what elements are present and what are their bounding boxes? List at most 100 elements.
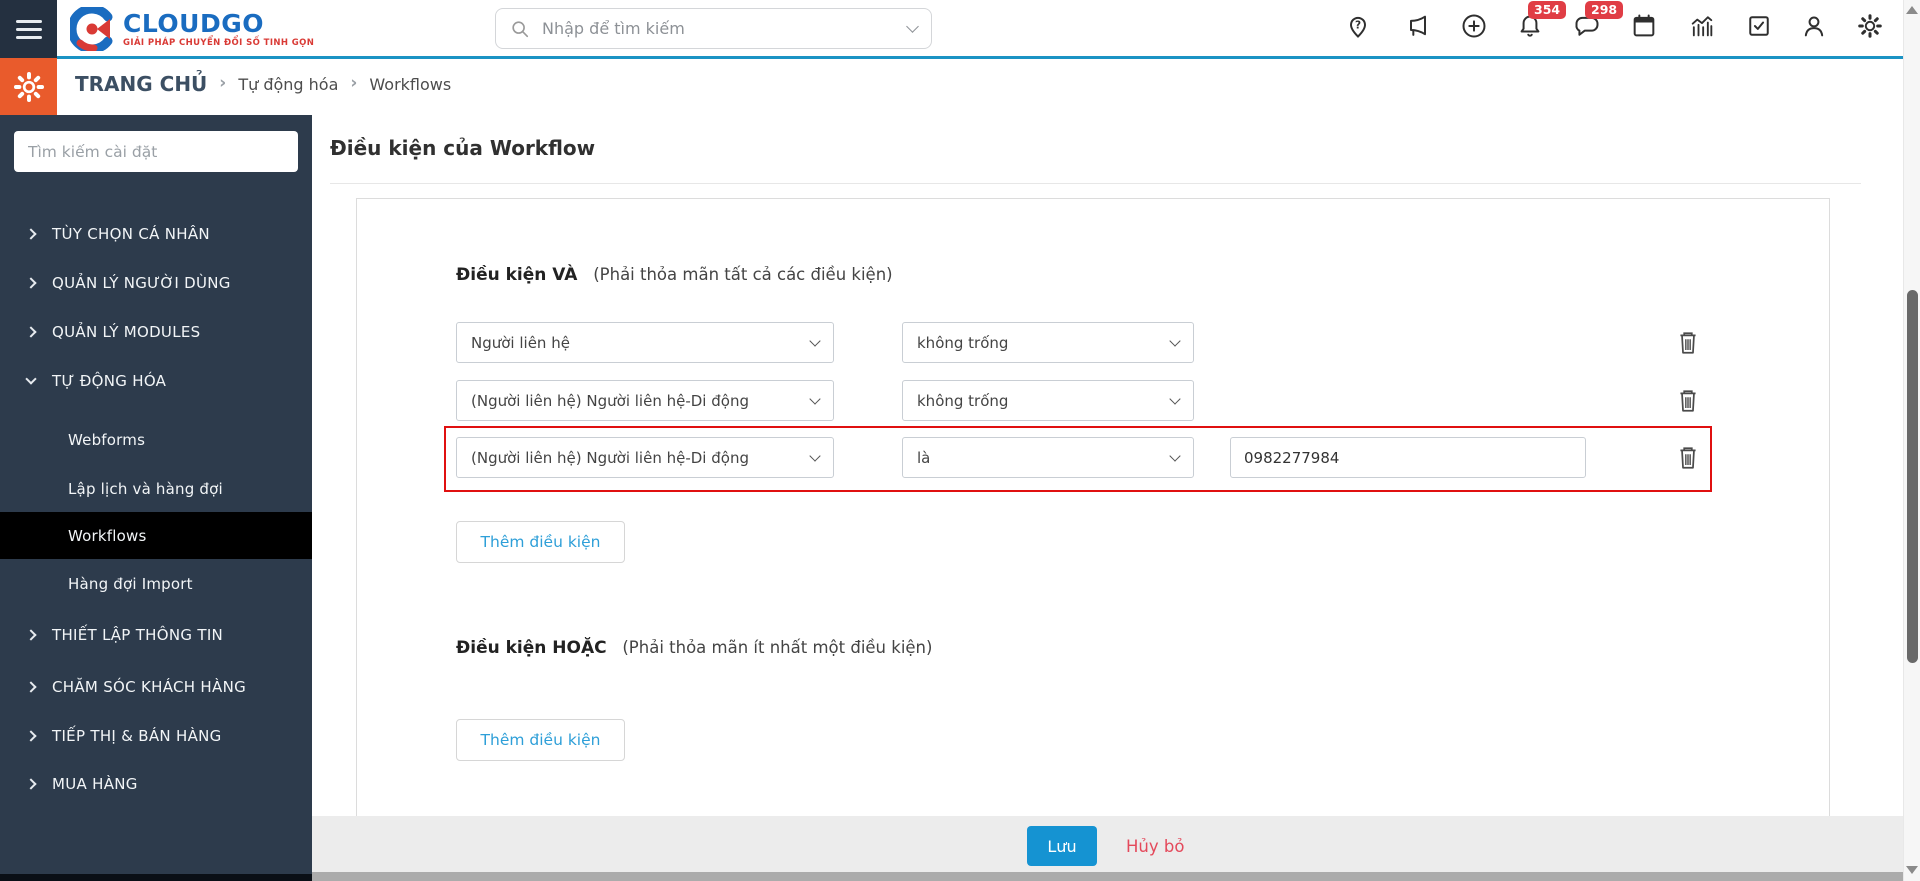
chevron-right-icon	[25, 730, 37, 742]
chevron-right-icon	[25, 277, 37, 289]
chevron-down-icon	[25, 373, 37, 385]
scrollbar-down-arrow[interactable]	[1906, 866, 1918, 874]
settings-sidebar: TÙY CHỌN CÁ NHÂN QUẢN LÝ NGƯỜI DÙNG QUẢN…	[0, 115, 312, 874]
chevron-down-icon	[1169, 335, 1181, 347]
hamburger-menu-button[interactable]	[0, 0, 57, 58]
sidebar-group-info-setup[interactable]: THIẾT LẬP THÔNG TIN	[0, 611, 312, 659]
cloudgo-logo[interactable]: CLOUDGO GIẢI PHÁP CHUYỂN ĐỔI SỐ TINH GỌN	[70, 7, 314, 51]
page-scrollbar[interactable]	[1903, 0, 1920, 881]
scrollbar-up-arrow[interactable]	[1906, 6, 1918, 14]
breadcrumb-automation[interactable]: Tự động hóa	[238, 75, 338, 94]
condition-operator-select[interactable]: là	[902, 437, 1194, 478]
checkbox-icon	[1749, 16, 1769, 36]
chevron-down-icon	[1169, 450, 1181, 462]
delete-condition-button[interactable]	[1676, 387, 1702, 415]
add-or-condition-button[interactable]: Thêm điều kiện	[456, 719, 625, 761]
sidebar-group-personal-options[interactable]: TÙY CHỌN CÁ NHÂN	[0, 210, 312, 258]
megaphone-icon	[1410, 15, 1426, 36]
gear-icon	[1858, 14, 1882, 38]
profile-button[interactable]	[1800, 12, 1828, 40]
messages-button[interactable]: 298	[1573, 1, 1624, 40]
add-and-condition-button[interactable]: Thêm điều kiện	[456, 521, 625, 563]
and-section-hint: (Phải thỏa mãn tất cả các điều kiện)	[593, 265, 893, 284]
announcement-button[interactable]	[1404, 12, 1432, 40]
sidebar-group-user-management[interactable]: QUẢN LÝ NGƯỜI DÙNG	[0, 259, 312, 307]
sidebar-group-customer-care[interactable]: CHĂM SÓC KHÁCH HÀNG	[0, 663, 312, 711]
breadcrumb-separator-icon: ›	[219, 73, 227, 93]
sidebar-item-scheduler[interactable]: Lập lịch và hàng đợi	[0, 465, 312, 513]
breadcrumb-workflows[interactable]: Workflows	[369, 75, 451, 94]
or-section-hint: (Phải thỏa mãn ít nhất một điều kiện)	[622, 638, 933, 657]
notifications-badge: 354	[1528, 1, 1567, 19]
sidebar-group-module-management[interactable]: QUẢN LÝ MODULES	[0, 308, 312, 356]
calendar-icon	[1633, 14, 1655, 37]
breadcrumb-separator-icon: ›	[350, 73, 358, 93]
chevron-right-icon	[25, 681, 37, 693]
trash-icon	[1680, 447, 1696, 469]
trash-icon	[1680, 390, 1696, 412]
person-icon	[1804, 16, 1824, 37]
condition-operator-select[interactable]: không trống	[902, 380, 1194, 421]
plus-circle-icon	[1462, 14, 1486, 38]
chevron-right-icon	[25, 326, 37, 338]
sidebar-item-webforms[interactable]: Webforms	[0, 416, 312, 464]
chart-icon	[1691, 16, 1713, 37]
logo-title: CLOUDGO	[123, 8, 264, 38]
settings-button[interactable]	[1856, 12, 1884, 40]
page-title: Điều kiện của Workflow	[330, 136, 596, 160]
chevron-down-icon	[809, 393, 821, 405]
condition-field-select[interactable]: (Người liên hệ) Người liên hệ-Di động	[456, 437, 834, 478]
sidebar-item-import-queue[interactable]: Hàng đợi Import	[0, 560, 312, 608]
search-dropdown-chevron-icon[interactable]	[906, 20, 919, 33]
sidebar-group-purchasing[interactable]: MUA HÀNG	[0, 760, 312, 808]
chevron-down-icon	[809, 450, 821, 462]
location-help-button[interactable]: ?	[1344, 12, 1372, 40]
condition-field-select[interactable]: Người liên hệ	[456, 322, 834, 363]
search-icon	[512, 20, 529, 37]
condition-field-select[interactable]: (Người liên hệ) Người liên hệ-Di động	[456, 380, 834, 421]
calendar-button[interactable]	[1630, 12, 1658, 40]
sidebar-item-workflows[interactable]: Workflows	[0, 512, 312, 559]
global-search	[495, 8, 932, 49]
or-section-label: Điều kiện HOẶC (Phải thỏa mãn ít nhất mộ…	[456, 638, 932, 658]
global-search-input[interactable]	[540, 18, 898, 39]
location-help-icon: ?	[1350, 16, 1366, 38]
condition-operator-select[interactable]: không trống	[902, 322, 1194, 363]
chevron-right-icon	[25, 629, 37, 641]
sidebar-group-marketing-sales[interactable]: TIẾP THỊ & BÁN HÀNG	[0, 712, 312, 760]
sidebar-search-input[interactable]	[14, 131, 298, 172]
app-root: CLOUDGO GIẢI PHÁP CHUYỂN ĐỔI SỐ TINH GỌN…	[0, 0, 1920, 881]
title-divider	[330, 183, 1861, 184]
messages-badge: 298	[1585, 1, 1624, 19]
tasks-button[interactable]	[1745, 12, 1773, 40]
delete-condition-button[interactable]	[1676, 329, 1702, 357]
action-footer: Lưu Hủy bỏ	[312, 816, 1903, 872]
breadcrumb-home[interactable]: TRANG CHỦ	[75, 72, 207, 96]
chevron-right-icon	[25, 228, 37, 240]
delete-condition-button[interactable]	[1676, 444, 1702, 472]
svg-text:?: ?	[1355, 19, 1361, 31]
condition-value-input[interactable]	[1230, 437, 1586, 478]
cancel-button[interactable]: Hủy bỏ	[1120, 826, 1190, 866]
window-bottom-edge-right	[312, 872, 1920, 881]
hamburger-icon	[15, 19, 42, 23]
settings-module-tile[interactable]	[0, 58, 57, 115]
quick-add-button[interactable]	[1460, 12, 1488, 40]
scrollbar-thumb[interactable]	[1907, 290, 1918, 663]
analytics-button[interactable]	[1688, 12, 1716, 40]
trash-icon	[1680, 332, 1696, 354]
settings-gear-icon	[13, 71, 44, 102]
cloudgo-logo-icon	[70, 7, 113, 51]
and-section-label: Điều kiện VÀ (Phải thỏa mãn tất cả các đ…	[456, 265, 893, 285]
or-section-title: Điều kiện HOẶC	[456, 638, 607, 658]
notifications-button[interactable]: 354	[1516, 1, 1567, 40]
window-bottom-edge-left	[0, 874, 312, 881]
logo-tagline: GIẢI PHÁP CHUYỂN ĐỔI SỐ TINH GỌN	[123, 37, 315, 48]
sidebar-group-automation[interactable]: TỰ ĐỘNG HÓA	[0, 357, 312, 405]
chevron-down-icon	[1169, 393, 1181, 405]
chevron-down-icon	[809, 335, 821, 347]
save-button[interactable]: Lưu	[1027, 826, 1097, 866]
and-section-title: Điều kiện VÀ	[456, 265, 578, 285]
breadcrumb: TRANG CHỦ › Tự động hóa › Workflows	[75, 72, 451, 96]
chevron-right-icon	[25, 778, 37, 790]
